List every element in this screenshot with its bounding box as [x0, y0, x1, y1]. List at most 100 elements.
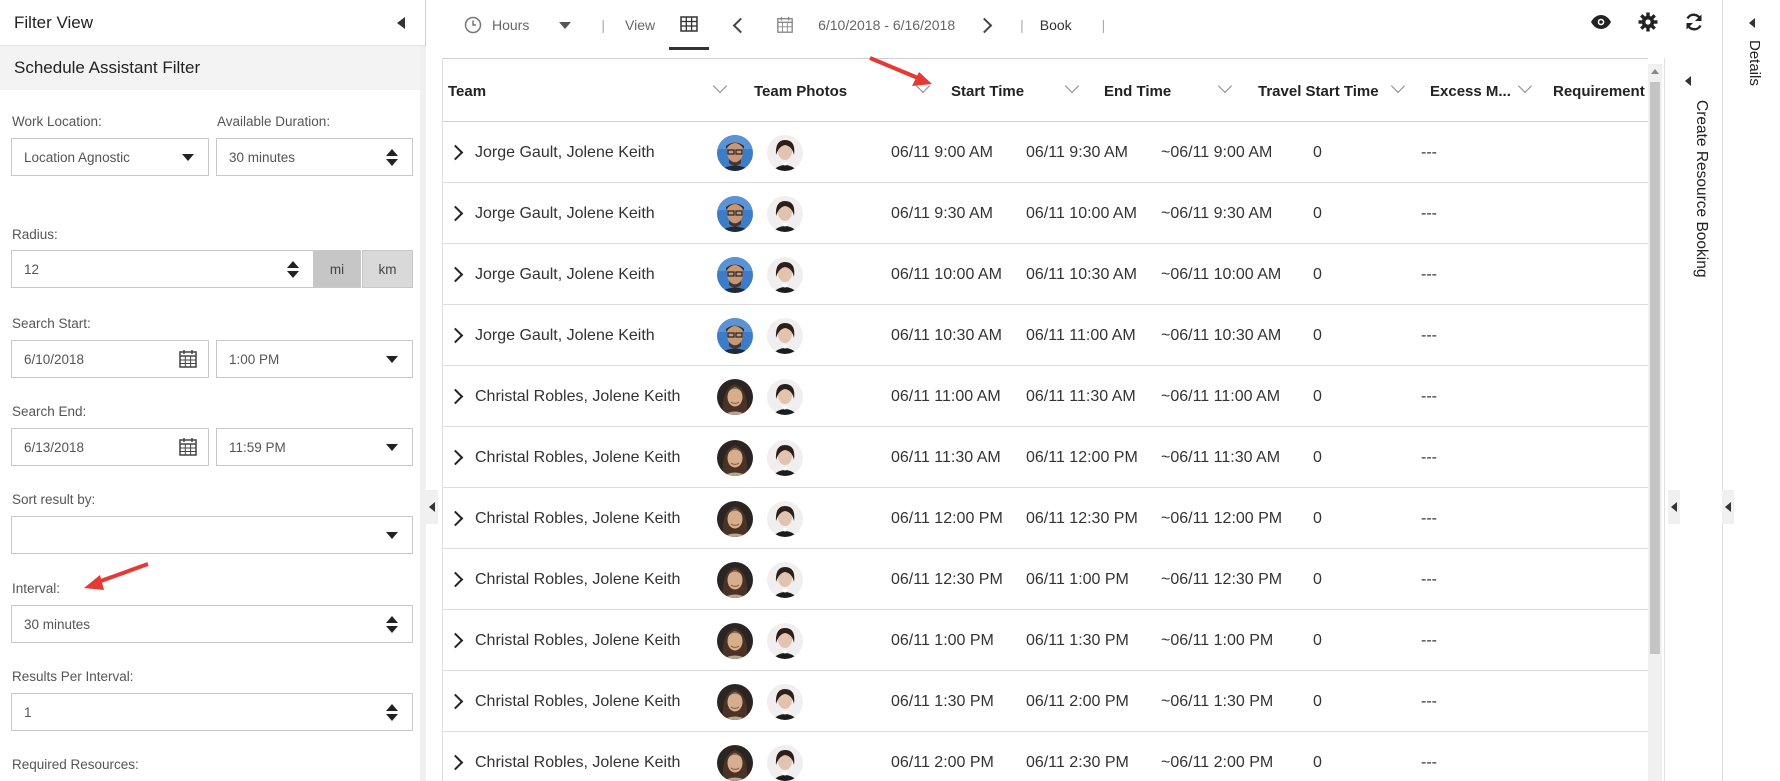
expand-arrow-icon[interactable]	[1749, 18, 1755, 28]
team-photos-cell	[717, 183, 817, 244]
expand-row-icon[interactable]	[447, 327, 464, 344]
spinner-icon[interactable]	[386, 703, 398, 721]
filter-panel-scrollbar[interactable]	[420, 46, 426, 781]
travel-start-time-cell: ~06/11 10:30 AM	[1161, 326, 1282, 344]
work-location-select[interactable]: Location Agnostic	[11, 138, 209, 176]
chevron-down-icon[interactable]	[1217, 78, 1233, 94]
search-start-time-select[interactable]: 1:00 PM	[216, 340, 413, 378]
table-row[interactable]: Jorge Gault, Jolene Keith 06/11 10:30 AM 0…	[443, 305, 1648, 366]
avatar	[717, 256, 753, 293]
chevron-down-icon[interactable]	[1390, 78, 1406, 94]
sort-result-label: Sort result by:	[12, 492, 96, 507]
table-row[interactable]: Christal Robles, Jolene Keith 06/11 12:30…	[443, 549, 1648, 610]
column-header-team[interactable]: Team	[448, 59, 486, 123]
table-row[interactable]: Christal Robles, Jolene Keith 06/11 1:00 …	[443, 610, 1648, 671]
expand-row-icon[interactable]	[447, 571, 464, 588]
travel-start-time-cell: ~06/11 2:00 PM	[1161, 753, 1274, 771]
scrollbar-thumb[interactable]	[1650, 82, 1660, 654]
avatar	[767, 561, 803, 598]
avatar	[717, 317, 753, 354]
excess-minutes-cell: 0	[1313, 143, 1322, 161]
column-header-team-photos[interactable]: Team Photos	[754, 59, 847, 123]
table-row[interactable]: Christal Robles, Jolene Keith 06/11 12:00…	[443, 488, 1648, 549]
column-header-excess-minutes[interactable]: Excess M...	[1430, 59, 1511, 123]
toolbar-actions	[1590, 12, 1704, 32]
column-header-travel-start-time[interactable]: Travel Start Time	[1258, 59, 1379, 123]
details-panel[interactable]	[1722, 0, 1780, 781]
results-per-interval-value: 1	[24, 704, 32, 720]
grid-scrollbar[interactable]	[1648, 64, 1662, 781]
hours-dropdown[interactable]: Hours	[464, 16, 572, 34]
table-row[interactable]: Christal Robles, Jolene Keith 06/11 2:00 …	[443, 732, 1648, 781]
calendar-icon[interactable]	[178, 437, 198, 457]
requirement-cell: ---	[1421, 570, 1437, 588]
results-per-interval-stepper[interactable]: 1	[11, 693, 413, 731]
collapse-filter-icon[interactable]	[397, 16, 405, 29]
eye-icon[interactable]	[1590, 14, 1612, 30]
table-row[interactable]: Jorge Gault, Jolene Keith 06/11 10:00 AM 0…	[443, 244, 1648, 305]
work-location-value: Location Agnostic	[24, 149, 130, 165]
date-range: 6/10/2018 - 6/16/2018	[818, 17, 956, 33]
clock-icon	[464, 16, 482, 34]
expand-row-icon[interactable]	[447, 144, 464, 161]
spinner-icon[interactable]	[287, 260, 299, 278]
booking-panel-splitter[interactable]	[1668, 490, 1680, 524]
table-row[interactable]: Christal Robles, Jolene Keith 06/11 11:00…	[443, 366, 1648, 427]
team-cell: Jorge Gault, Jolene Keith	[447, 244, 655, 305]
calendar-icon[interactable]	[178, 349, 198, 369]
details-label[interactable]: Details	[1746, 40, 1763, 86]
start-time-cell: 06/11 12:30 PM	[891, 570, 1003, 588]
available-duration-stepper[interactable]: 30 minutes	[216, 138, 413, 176]
avatar	[767, 134, 803, 171]
expand-arrow-icon[interactable]	[1685, 76, 1691, 86]
table-row[interactable]: Christal Robles, Jolene Keith 06/11 11:30…	[443, 427, 1648, 488]
expand-row-icon[interactable]	[447, 266, 464, 283]
scroll-up-icon[interactable]	[1651, 69, 1659, 74]
chevron-down-icon[interactable]	[712, 78, 728, 94]
expand-row-icon[interactable]	[447, 388, 464, 405]
refresh-icon[interactable]	[1684, 12, 1704, 32]
table-row[interactable]: Christal Robles, Jolene Keith 06/11 1:30 …	[443, 671, 1648, 732]
interval-stepper[interactable]: 30 minutes	[11, 605, 413, 643]
spinner-icon[interactable]	[386, 615, 398, 633]
expand-row-icon[interactable]	[447, 510, 464, 527]
book-button[interactable]: Book	[1040, 17, 1072, 33]
search-end-time-select[interactable]: 11:59 PM	[216, 428, 413, 466]
requirement-cell: ---	[1421, 448, 1437, 466]
start-time-cell: 06/11 2:00 PM	[891, 753, 994, 771]
unit-mi-button[interactable]: mi	[313, 250, 361, 288]
unit-km-button[interactable]: km	[362, 250, 413, 288]
spinner-icon[interactable]	[386, 148, 398, 166]
expand-row-icon[interactable]	[447, 693, 464, 710]
grid-view-button[interactable]	[669, 0, 710, 50]
create-resource-booking-label[interactable]: Create Resource Booking	[1692, 100, 1710, 278]
calendar-icon[interactable]	[776, 16, 794, 34]
expand-row-icon[interactable]	[447, 205, 464, 222]
column-header-start-time[interactable]: Start Time	[951, 59, 1024, 123]
table-row[interactable]: Jorge Gault, Jolene Keith 06/11 9:30 AM 06…	[443, 183, 1648, 244]
hours-label: Hours	[492, 17, 530, 33]
expand-row-icon[interactable]	[447, 754, 464, 771]
chevron-down-icon[interactable]	[915, 78, 931, 94]
required-resources-label: Required Resources:	[12, 757, 139, 772]
interval-value: 30 minutes	[24, 616, 91, 632]
chevron-down-icon[interactable]	[1064, 78, 1080, 94]
available-duration-value: 30 minutes	[229, 149, 296, 165]
chevron-right-icon[interactable]	[976, 17, 993, 33]
search-start-date-input[interactable]: 6/10/2018	[11, 340, 209, 378]
chevron-down-icon[interactable]	[1517, 78, 1533, 94]
column-header-end-time[interactable]: End Time	[1104, 59, 1171, 123]
chevron-left-icon[interactable]	[732, 17, 749, 33]
search-end-date-input[interactable]: 6/13/2018	[11, 428, 209, 466]
expand-row-icon[interactable]	[447, 449, 464, 466]
radius-input[interactable]: 12	[11, 250, 314, 288]
table-row[interactable]: Jorge Gault, Jolene Keith 06/11 9:00 AM 06…	[443, 122, 1648, 183]
details-panel-splitter[interactable]	[1722, 490, 1734, 524]
avatar	[717, 195, 753, 232]
sort-result-select[interactable]	[11, 516, 413, 554]
filter-splitter[interactable]	[426, 490, 438, 524]
column-header-requirement[interactable]: Requirement	[1553, 59, 1645, 123]
expand-row-icon[interactable]	[447, 632, 464, 649]
gear-icon[interactable]	[1638, 12, 1658, 32]
end-time-cell: 06/11 10:00 AM	[1026, 204, 1137, 222]
